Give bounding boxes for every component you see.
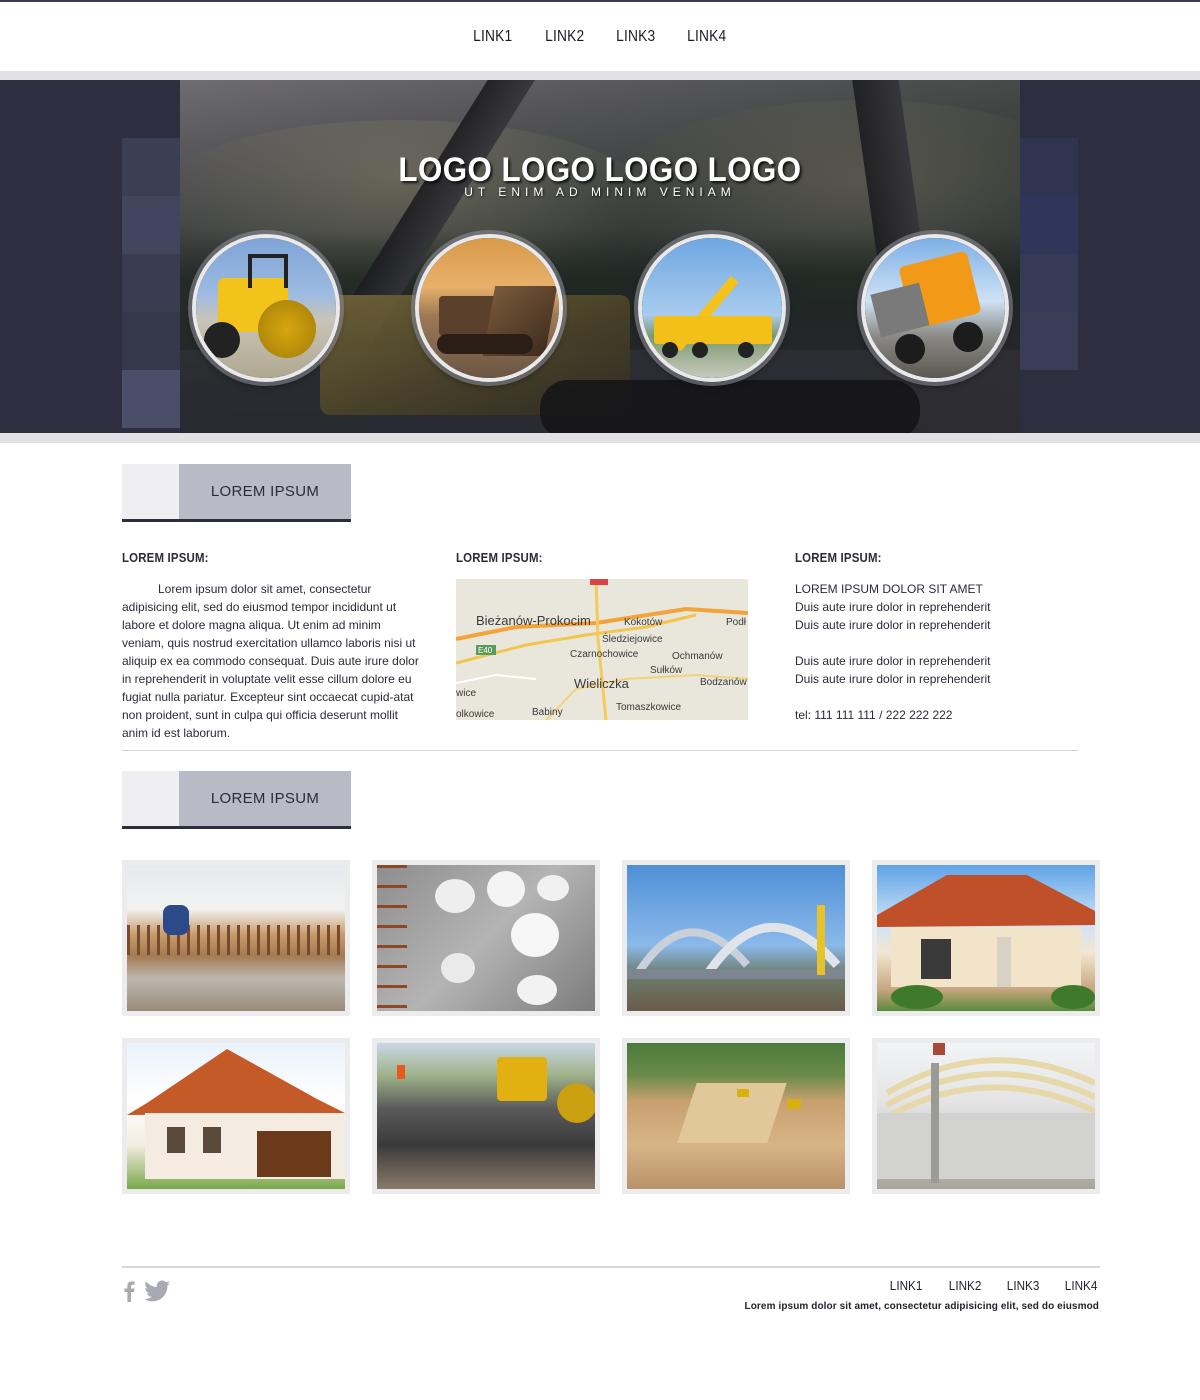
section-header-gallery: LOREM IPSUM [122,771,351,829]
arch-bridge-image[interactable] [622,860,850,1016]
footer-copyright: Lorem ipsum dolor sit amet, consectetur … [744,1301,1099,1312]
contact-line: Duis aute irure dolor in reprehenderit [795,654,991,668]
footer-link-1[interactable]: LINK1 [890,1278,923,1293]
hall-structure-image[interactable] [872,1038,1100,1194]
earthworks-site-image[interactable] [622,1038,850,1194]
rebar-worker-image[interactable] [122,860,350,1016]
nav-link-1[interactable]: LINK1 [473,28,512,46]
contact-line: Duis aute irure dolor in reprehenderit [795,600,991,614]
top-rule [0,0,1200,2]
location-map[interactable]: Bieżanów-Prokocim Kokotów Śledziejowice … [456,579,748,720]
footer-link-3[interactable]: LINK3 [1007,1278,1040,1293]
footer-navigation: LINK1 LINK2 LINK3 LINK4 [888,1278,1099,1293]
villa-house-image[interactable] [872,860,1100,1016]
column-title-1: LOREM IPSUM: [122,550,209,565]
road-paving-image[interactable] [372,1038,600,1194]
footer-divider [122,1266,1100,1268]
section-header-label: LOREM IPSUM [210,790,320,807]
top-navigation: LINK1 LINK2 LINK3 LINK4 [0,28,1200,46]
section-divider [122,750,1078,751]
contact-line: Duis aute irure dolor in reprehenderit [795,672,991,686]
site-tagline: UT ENIM AD MINIM VENIAM [464,185,736,199]
bulldozer-image[interactable] [415,234,563,382]
twitter-icon[interactable] [145,1279,171,1303]
nav-link-2[interactable]: LINK2 [545,28,584,46]
section-header-about: LOREM IPSUM [122,464,351,522]
contact-line: Duis aute irure dolor in reprehenderit [795,618,991,632]
section-header-label: LOREM IPSUM [210,483,320,500]
footer-link-2[interactable]: LINK2 [948,1278,981,1293]
facebook-icon[interactable] [122,1279,136,1303]
about-text: Lorem ipsum dolor sit amet, consectetur … [122,582,419,740]
column-title-2: LOREM IPSUM: [456,550,543,565]
column-title-3: LOREM IPSUM: [795,550,882,565]
road-roller-image[interactable] [192,234,340,382]
contact-phone: tel: 111 111 111 / 222 222 222 [795,708,953,722]
contact-heading: LOREM IPSUM DOLOR SIT AMET [795,582,983,596]
crane-truck-image[interactable] [638,234,786,382]
concrete-wall-openings-image[interactable] [372,860,600,1016]
dump-truck-image[interactable] [861,234,1009,382]
footer-link-4[interactable]: LINK4 [1065,1278,1098,1293]
nav-link-4[interactable]: LINK4 [688,28,727,46]
tiled-roof-house-image[interactable] [122,1038,350,1194]
nav-link-3[interactable]: LINK3 [616,28,655,46]
